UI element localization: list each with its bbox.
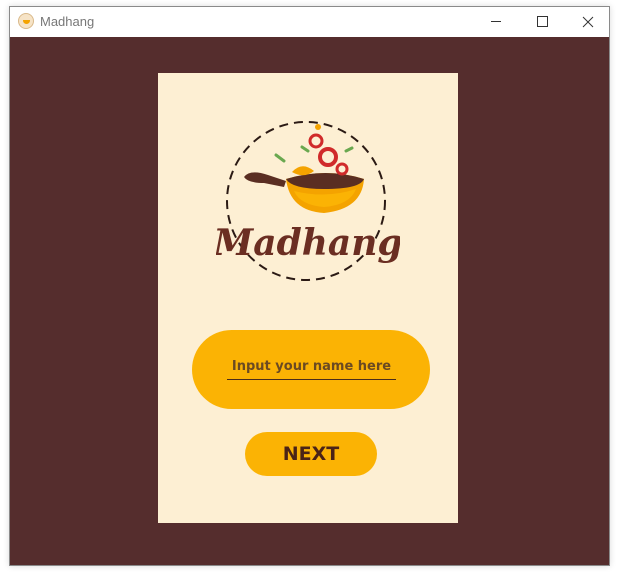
logo-wordmark: Madhang xyxy=(216,222,400,264)
madhang-logo: Madhang xyxy=(216,121,400,281)
minimize-button[interactable] xyxy=(473,7,519,37)
name-input-container xyxy=(192,330,430,409)
close-button[interactable] xyxy=(565,7,611,37)
pepper-ring-icon xyxy=(318,147,338,167)
title-bar[interactable]: Madhang xyxy=(10,7,609,37)
app-window: Madhang Madhang Input your name here NEX… xyxy=(9,6,610,566)
close-icon xyxy=(582,16,594,28)
maximize-button[interactable] xyxy=(519,7,565,37)
app-icon xyxy=(18,13,34,29)
pan-handle-icon xyxy=(244,172,286,187)
app-background: Madhang NEXT xyxy=(10,37,609,565)
window-title: Madhang xyxy=(40,14,95,29)
next-button[interactable]: NEXT xyxy=(245,432,377,476)
login-card: Madhang NEXT xyxy=(158,73,458,523)
name-input[interactable] xyxy=(227,353,396,380)
